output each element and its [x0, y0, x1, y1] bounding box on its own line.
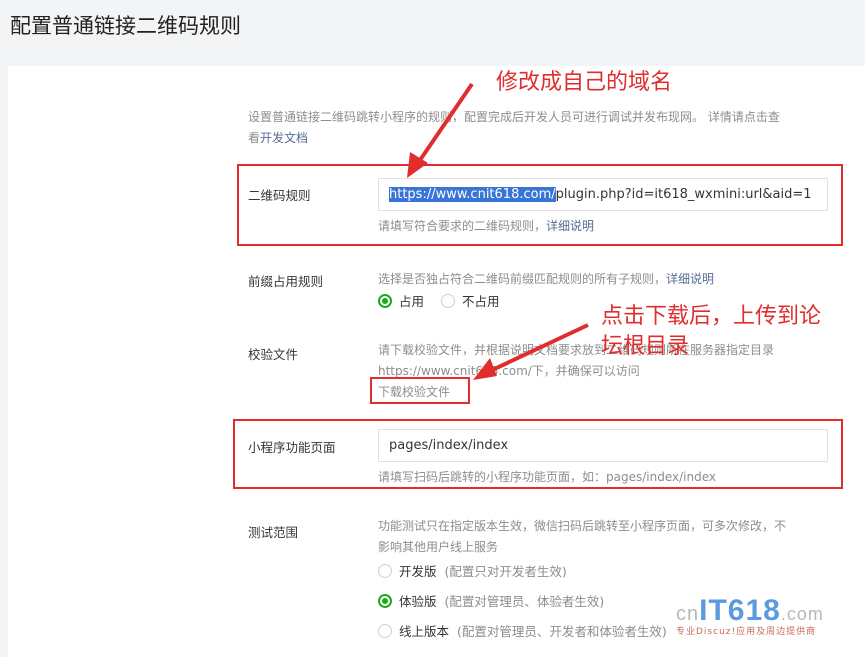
- arrow-line-2: [487, 323, 589, 374]
- site-watermark-logo: cnIT618.com 专业Discuz!应用及周边提供商: [676, 594, 824, 637]
- annotation-domain-note: 修改成自己的域名: [496, 70, 673, 95]
- annotation-upload-note: 点击下载后，上传到论 坛根目录: [601, 304, 822, 359]
- arrow-line-1: [414, 82, 474, 168]
- arrow-head-2: [473, 358, 497, 380]
